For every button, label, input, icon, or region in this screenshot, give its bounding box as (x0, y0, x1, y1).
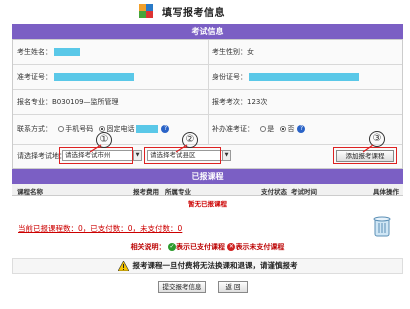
form-row: 考生姓名： 考生性别：女 (13, 40, 402, 65)
landline-radio-label: 固定电话 (106, 125, 135, 133)
contact-label: 联系方式： (17, 125, 52, 133)
legend-unpaid-text: 表示未支付课程 (235, 243, 285, 251)
reissue-label: 补办准考证： (212, 125, 254, 133)
redacted-phone (136, 125, 159, 133)
gender-value: 女 (247, 48, 254, 56)
warning-text: 报考课程一旦付费将无法换课和退课，请谨慎报考 (132, 261, 298, 270)
app-logo-icon (139, 4, 153, 18)
reissue-ticket-field: 补办准考证： 是 否? (212, 115, 306, 144)
ticket-number-field: 准考证号： (17, 65, 134, 89)
reissue-no-label: 否 (287, 125, 295, 133)
id-number-label: 身份证号： (212, 73, 247, 81)
column-header: 具体操作 (373, 188, 399, 196)
status-legend: 相关说明： ✓表示已支付课程 ✕表示未支付课程 (12, 242, 403, 256)
reissue-yes-radio[interactable] (260, 126, 267, 132)
course-summary: 当前已报课程数：0，已支付数：0，未支付数：0 (12, 215, 403, 245)
gender-label: 考生性别： (212, 48, 247, 56)
page-header: 填写报考信息 (0, 0, 410, 22)
session-label: 报考考次： (212, 98, 247, 106)
session-value: 123次 (247, 98, 268, 106)
page-title: 填写报考信息 (162, 8, 225, 19)
legend-paid-text: 表示已支付课程 (176, 243, 225, 251)
contact-field: 联系方式： 手机号码 固定电话? (17, 115, 170, 144)
reissue-yes-label: 是 (267, 125, 275, 133)
column-header: 支付状态 (261, 188, 287, 196)
id-number-field: 身份证号： (212, 65, 359, 89)
courses-table-header: 课程名称 报考费用 所属专业 支付状态 考试时间 具体操作 (12, 184, 403, 196)
major-field: 报名专业：B030109—监所管理 (17, 90, 119, 114)
reissue-no-radio[interactable] (280, 126, 287, 132)
major-value: B030109—监所管理 (52, 98, 119, 106)
check-icon: ✓ (168, 243, 176, 251)
highlight-box-district (144, 147, 221, 164)
candidate-name-label: 考生姓名： (17, 48, 52, 56)
registered-courses-header: 已报课程 (12, 169, 403, 184)
form-row: 准考证号： 身份证号： (13, 65, 402, 90)
column-header: 课程名称 (17, 188, 43, 196)
column-header: 报考费用 (133, 188, 159, 196)
highlight-box-add-course (333, 147, 397, 164)
mobile-radio-label: 手机号码 (65, 125, 94, 133)
warning-banner: 报考课程一旦付费将无法换课和退课，请谨慎报考 (12, 258, 403, 274)
highlight-box-city (59, 147, 133, 164)
chevron-down-icon: ▼ (133, 151, 141, 160)
form-row: 报名专业：B030109—监所管理 报考考次：123次 (13, 90, 402, 115)
candidate-gender-field: 考生性别：女 (212, 40, 254, 64)
exam-session-field: 报考考次：123次 (212, 90, 267, 114)
mobile-radio[interactable] (58, 126, 65, 132)
course-summary-text: 当前已报课程数：0，已支付数：0，未支付数：0 (18, 224, 183, 233)
candidate-name-field: 考生姓名： (17, 40, 80, 64)
trash-bin-icon[interactable] (372, 215, 392, 237)
major-label: 报名专业： (17, 98, 52, 106)
redacted-id-number (249, 73, 359, 81)
help-icon[interactable]: ? (297, 125, 306, 133)
column-header: 考试时间 (291, 188, 317, 196)
step-marker-3: ③ (369, 131, 385, 147)
warning-icon (117, 261, 129, 271)
legend-label: 相关说明： (130, 243, 166, 251)
redacted-name (54, 48, 80, 56)
exam-info-header: 考试信息 (12, 24, 403, 39)
empty-courses-message: 暂无已报课程 (188, 200, 227, 208)
submit-button[interactable]: 提交报考信息 (158, 281, 206, 293)
column-header: 所属专业 (165, 188, 191, 196)
redacted-ticket-number (54, 73, 134, 81)
ticket-number-label: 准考证号： (17, 73, 52, 81)
step-marker-1: ① (96, 132, 112, 148)
back-button[interactable]: 返 回 (218, 281, 248, 293)
form-row: 联系方式： 手机号码 固定电话? 补办准考证： 是 否? (13, 115, 402, 145)
chevron-down-icon: ▼ (222, 151, 230, 160)
help-icon[interactable]: ? (161, 125, 170, 133)
step-marker-2: ② (182, 132, 198, 148)
